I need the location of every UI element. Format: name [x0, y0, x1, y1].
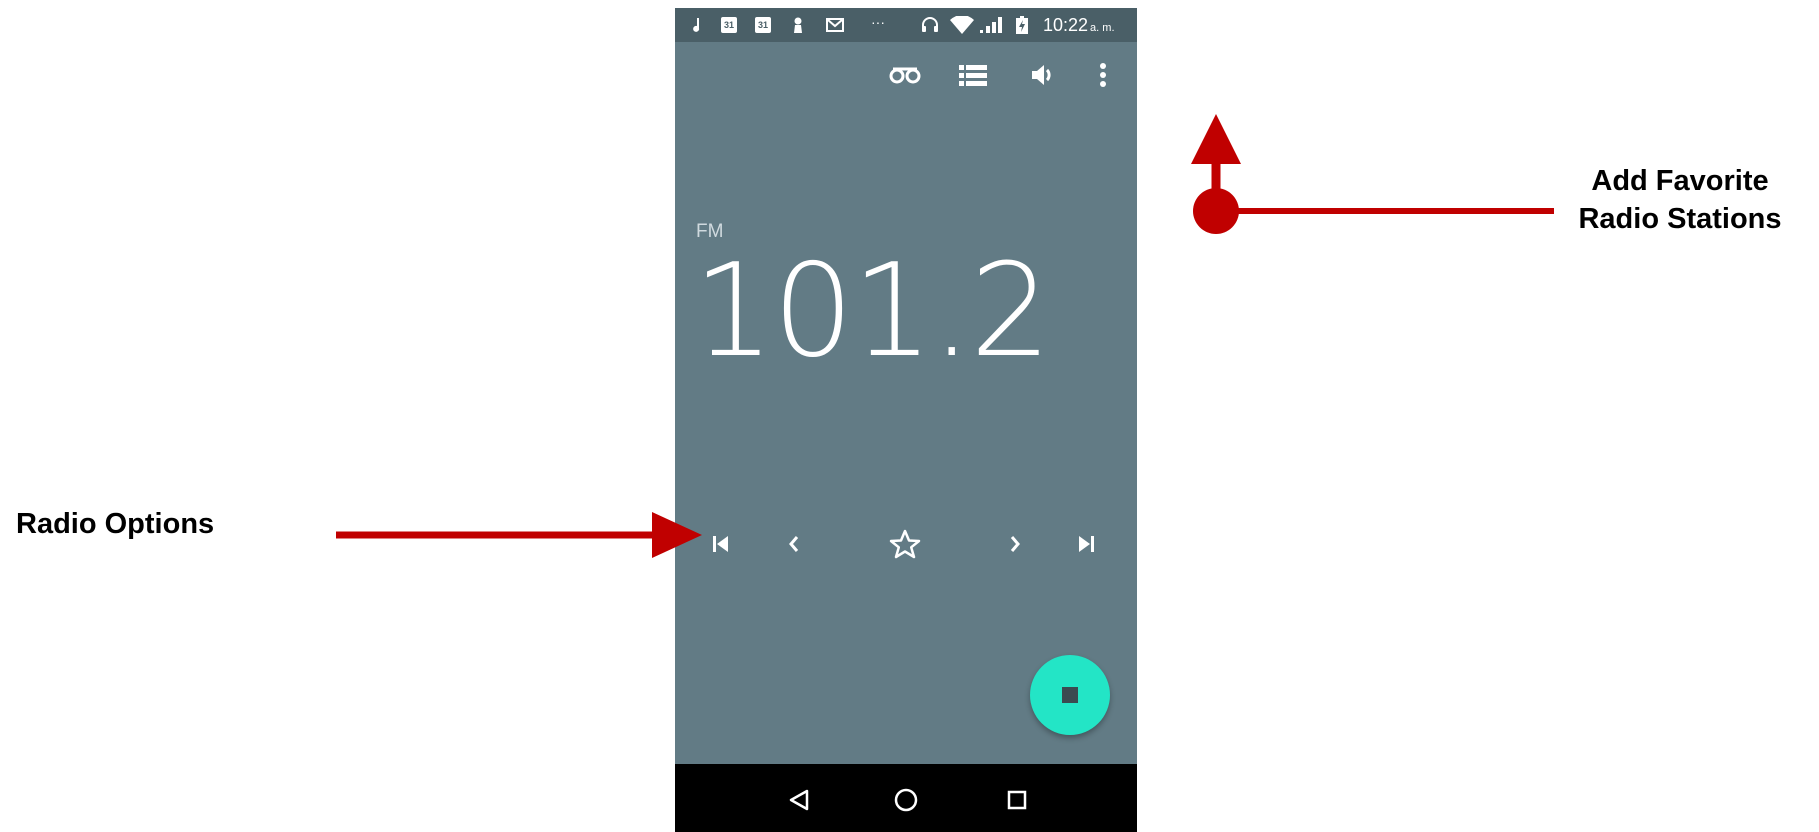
wifi-icon: [950, 16, 974, 34]
star-outline-icon[interactable]: [887, 526, 923, 562]
favorite-callout-arrowhead: [1191, 114, 1241, 164]
chevron-right-icon[interactable]: [997, 526, 1033, 562]
frequency-display: 101.2: [693, 237, 1051, 386]
nav-bar: [675, 764, 1137, 832]
headset-icon: [921, 17, 939, 33]
station-list-icon[interactable]: [955, 60, 991, 90]
chevron-left-icon[interactable]: [776, 526, 812, 562]
stop-icon: [1062, 687, 1078, 703]
skip-previous-icon[interactable]: [703, 526, 739, 562]
recents-square-icon[interactable]: [997, 782, 1037, 818]
status-bar: 31 31 ··· 10:22 a. m.: [675, 8, 1137, 42]
skip-next-icon[interactable]: [1068, 526, 1104, 562]
back-triangle-icon[interactable]: [779, 782, 819, 818]
radio-options-callout: Radio Options: [16, 508, 215, 540]
add-favorite-callout: Add Favorite Radio Stations: [1578, 165, 1782, 235]
more-notifications-icon: ···: [871, 14, 885, 30]
keyhole-icon: [793, 17, 803, 33]
status-time: 10:22 a. m.: [1043, 15, 1115, 35]
action-bar: [675, 42, 1137, 108]
battery-charging-icon: [1016, 16, 1028, 34]
music-note-icon: [691, 17, 701, 33]
calendar-icon: 31: [721, 17, 737, 33]
signal-icon: [979, 17, 1003, 33]
speaker-icon[interactable]: [1025, 60, 1061, 90]
calendar-icon: 31: [755, 17, 771, 33]
overflow-menu-icon[interactable]: [1085, 60, 1121, 90]
page-canvas: 31 31 ··· 10:22 a. m. FM 101.2 Add Favor…: [0, 0, 1819, 832]
phone-screen: 31 31 ··· 10:22 a. m. FM 101.2: [675, 8, 1137, 832]
recordings-icon[interactable]: [887, 60, 923, 90]
gmail-icon: [826, 17, 844, 33]
favorite-callout-dot: [1193, 188, 1239, 234]
home-circle-icon[interactable]: [886, 782, 926, 818]
stop-button[interactable]: [1030, 655, 1110, 735]
radio-controls: [675, 518, 1137, 568]
